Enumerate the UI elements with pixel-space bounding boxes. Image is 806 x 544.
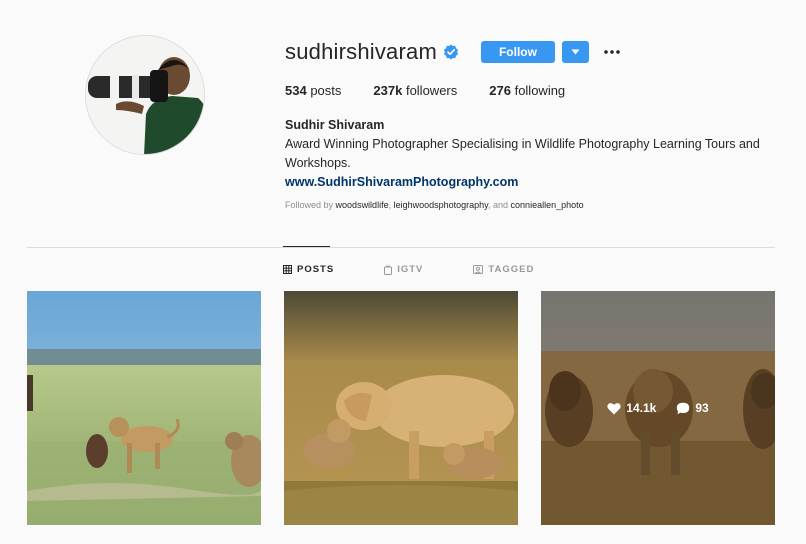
post-comments-count: 93 bbox=[695, 401, 709, 415]
posts-stat: 534 posts bbox=[285, 83, 341, 98]
active-tab-indicator bbox=[283, 246, 330, 247]
post-thumbnail[interactable] bbox=[27, 291, 261, 525]
following-count: 276 bbox=[489, 83, 511, 98]
profile-header: sudhirshivaram Follow bbox=[285, 38, 785, 66]
heart-icon bbox=[607, 402, 621, 414]
suggested-accounts-dropdown-button[interactable] bbox=[561, 41, 589, 63]
post-thumbnail[interactable] bbox=[284, 291, 518, 525]
tab-igtv[interactable]: IGTV bbox=[384, 264, 423, 275]
profile-title-row: sudhirshivaram Follow bbox=[285, 38, 785, 66]
profile-description: Award Winning Photographer Specialising … bbox=[285, 137, 760, 170]
tab-igtv-label: IGTV bbox=[397, 264, 424, 275]
tagged-icon bbox=[473, 265, 484, 274]
profile-avatar[interactable] bbox=[85, 35, 205, 155]
post-comments: 93 bbox=[676, 401, 709, 415]
ellipsis-icon bbox=[604, 50, 620, 54]
profile-stats: 534 posts 237k followers 276 following bbox=[285, 83, 597, 98]
followed-by-account-3[interactable]: connieallen_photo bbox=[511, 200, 584, 210]
section-divider bbox=[27, 247, 775, 248]
avatar-photo bbox=[86, 36, 204, 154]
post-thumbnail[interactable]: 14.1k 93 bbox=[541, 291, 775, 525]
followers-label: followers bbox=[405, 83, 458, 98]
followed-by-and: , and bbox=[488, 200, 509, 210]
tab-posts-label: POSTS bbox=[297, 264, 335, 275]
tab-tagged[interactable]: TAGGED bbox=[473, 264, 534, 275]
posts-label: posts bbox=[310, 83, 342, 98]
caret-down-icon bbox=[571, 49, 580, 55]
followed-by-account-1[interactable]: woodswildlife bbox=[336, 200, 389, 210]
igtv-icon bbox=[384, 264, 393, 275]
tab-posts[interactable]: POSTS bbox=[283, 264, 334, 275]
followed-by-account-2[interactable]: leighwoodsphotography bbox=[394, 200, 488, 210]
verified-badge-icon bbox=[443, 44, 459, 60]
follow-button[interactable]: Follow bbox=[480, 41, 555, 63]
following-stat[interactable]: 276 following bbox=[489, 83, 565, 98]
post-image bbox=[27, 291, 261, 525]
profile-bio: Sudhir Shivaram Award Winning Photograph… bbox=[285, 116, 785, 192]
post-likes: 14.1k bbox=[607, 401, 656, 415]
followers-count: 237k bbox=[373, 83, 403, 98]
following-label: following bbox=[514, 83, 566, 98]
comment-icon bbox=[677, 402, 690, 414]
followers-stat[interactable]: 237k followers bbox=[373, 83, 457, 98]
followed-by-prefix: Followed by bbox=[285, 200, 334, 210]
post-hover-overlay: 14.1k 93 bbox=[541, 291, 775, 525]
profile-tabs: POSTS IGTV TAGGED bbox=[283, 264, 584, 275]
profile-website-link[interactable]: www.SudhirShivaramPhotography.com bbox=[285, 175, 518, 189]
profile-full-name: Sudhir Shivaram bbox=[285, 118, 385, 132]
posts-count: 534 bbox=[285, 83, 307, 98]
tab-tagged-label: TAGGED bbox=[488, 264, 535, 275]
post-image bbox=[284, 291, 518, 525]
grid-icon bbox=[283, 265, 292, 274]
more-options-button[interactable] bbox=[602, 42, 622, 62]
post-likes-count: 14.1k bbox=[626, 401, 657, 415]
followed-by-text: Followed by woodswildlife, leighwoodspho… bbox=[285, 200, 584, 210]
profile-username: sudhirshivaram bbox=[285, 39, 437, 64]
